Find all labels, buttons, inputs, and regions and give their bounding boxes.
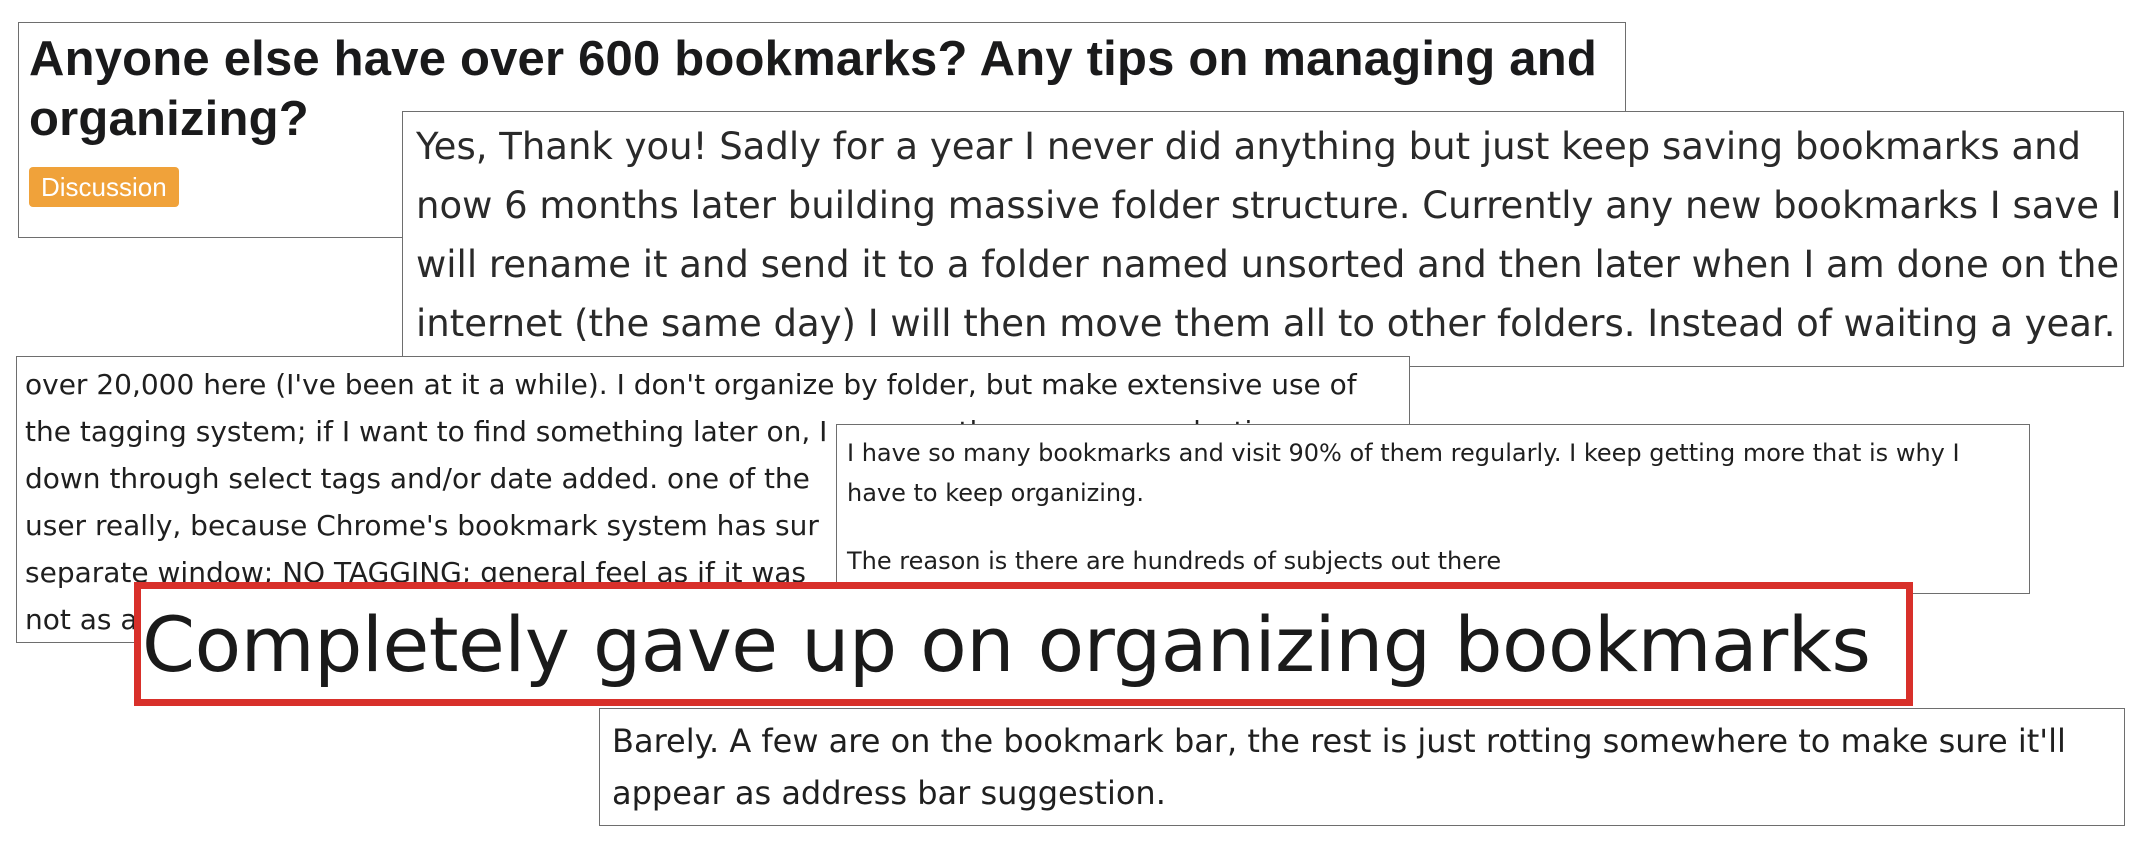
comment-line: internet (the same day) I will then move… [416,302,2116,345]
comment-line: over 20,000 here (I've been at it a whil… [25,368,1357,401]
discussion-flair-badge: Discussion [29,167,179,207]
comment-line: Yes, Thank you! Sadly for a year I never… [416,125,2082,168]
comment-barely: Barely. A few are on the bookmark bar, t… [599,708,2125,826]
comment-line: will rename it and send it to a folder n… [416,243,2120,286]
comment-line: appear as address bar suggestion. [612,774,1166,812]
comment-line: now 6 months later building massive fold… [416,184,2122,227]
collage: { "post": { "title": "Anyone else have o… [0,0,2142,848]
comment-line: I have so many bookmarks and visit 90% o… [847,439,1960,467]
headline-text: Completely gave up on organizing bookmar… [142,599,1871,689]
comment-yes-thank-you: Yes, Thank you! Sadly for a year I never… [402,111,2124,367]
highlighted-headline: Completely gave up on organizing bookmar… [134,582,1913,706]
comment-so-many-bookmarks: I have so many bookmarks and visit 90% o… [836,424,2030,594]
comment-line: The reason is there are hundreds of subj… [847,547,1502,575]
comment-line: Barely. A few are on the bookmark bar, t… [612,722,2066,760]
comment-line: have to keep organizing. [847,479,1144,507]
